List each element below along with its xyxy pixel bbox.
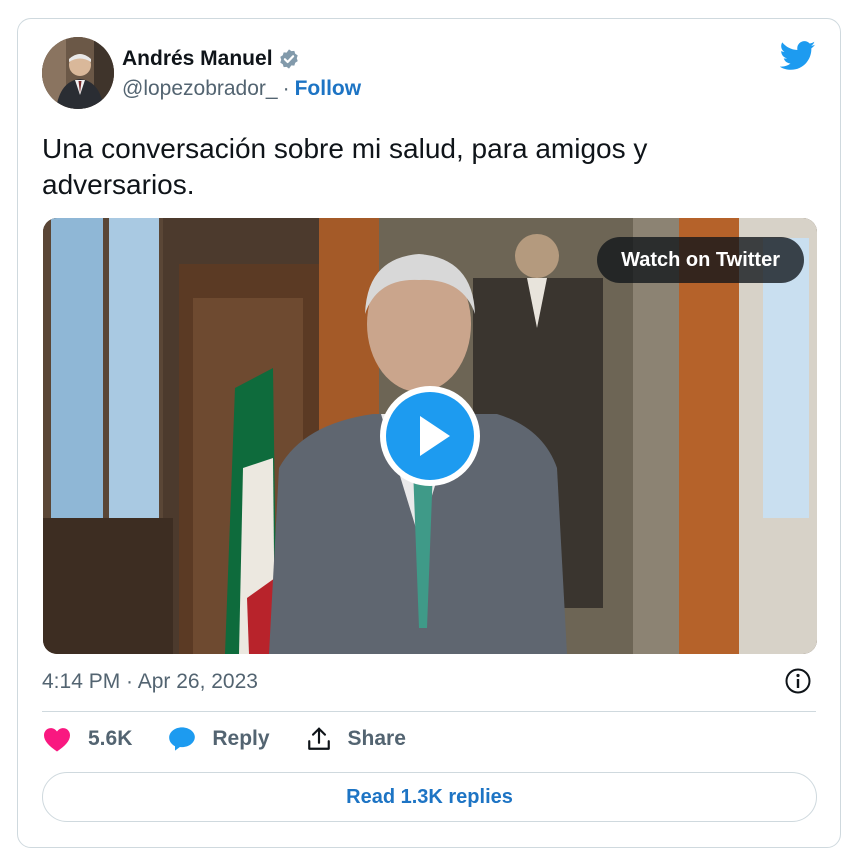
share-icon bbox=[307, 727, 330, 750]
author-info: Andrés Manuel @lopezobrador_ · Follow bbox=[122, 45, 361, 101]
handle-separator: · bbox=[282, 77, 290, 100]
reply-bubble-icon bbox=[169, 727, 196, 751]
heart-icon bbox=[44, 728, 70, 752]
tweet-card: Andrés Manuel @lopezobrador_ · Follow Un… bbox=[17, 18, 841, 848]
read-replies-button[interactable]: Read 1.3K replies bbox=[42, 772, 817, 822]
like-count: 5.6K bbox=[88, 727, 133, 750]
video-thumbnail[interactable]: Watch on Twitter bbox=[43, 218, 817, 654]
info-icon[interactable] bbox=[784, 667, 812, 695]
like-button[interactable]: 5.6K bbox=[42, 726, 132, 752]
verified-badge-icon bbox=[278, 48, 300, 70]
author-display-name[interactable]: Andrés Manuel bbox=[122, 47, 273, 71]
tweet-timestamp[interactable]: 4:14 PM · Apr 26, 2023 bbox=[42, 670, 258, 694]
follow-button[interactable]: Follow bbox=[295, 77, 362, 101]
share-label: Share bbox=[347, 727, 406, 750]
author-handle[interactable]: @lopezobrador_ bbox=[122, 77, 278, 101]
action-bar: 5.6K Reply Share bbox=[42, 726, 442, 752]
avatar[interactable] bbox=[42, 37, 114, 109]
tweet-text: Una conversación sobre mi salud, para am… bbox=[42, 133, 648, 200]
reply-button[interactable]: Reply bbox=[168, 726, 270, 752]
divider bbox=[42, 711, 816, 712]
reply-label: Reply bbox=[212, 727, 270, 750]
share-button[interactable]: Share bbox=[306, 726, 406, 752]
watch-on-twitter-button[interactable]: Watch on Twitter bbox=[597, 237, 804, 283]
play-button[interactable] bbox=[380, 386, 480, 486]
play-icon bbox=[386, 392, 474, 480]
twitter-bird-icon[interactable] bbox=[779, 41, 816, 71]
